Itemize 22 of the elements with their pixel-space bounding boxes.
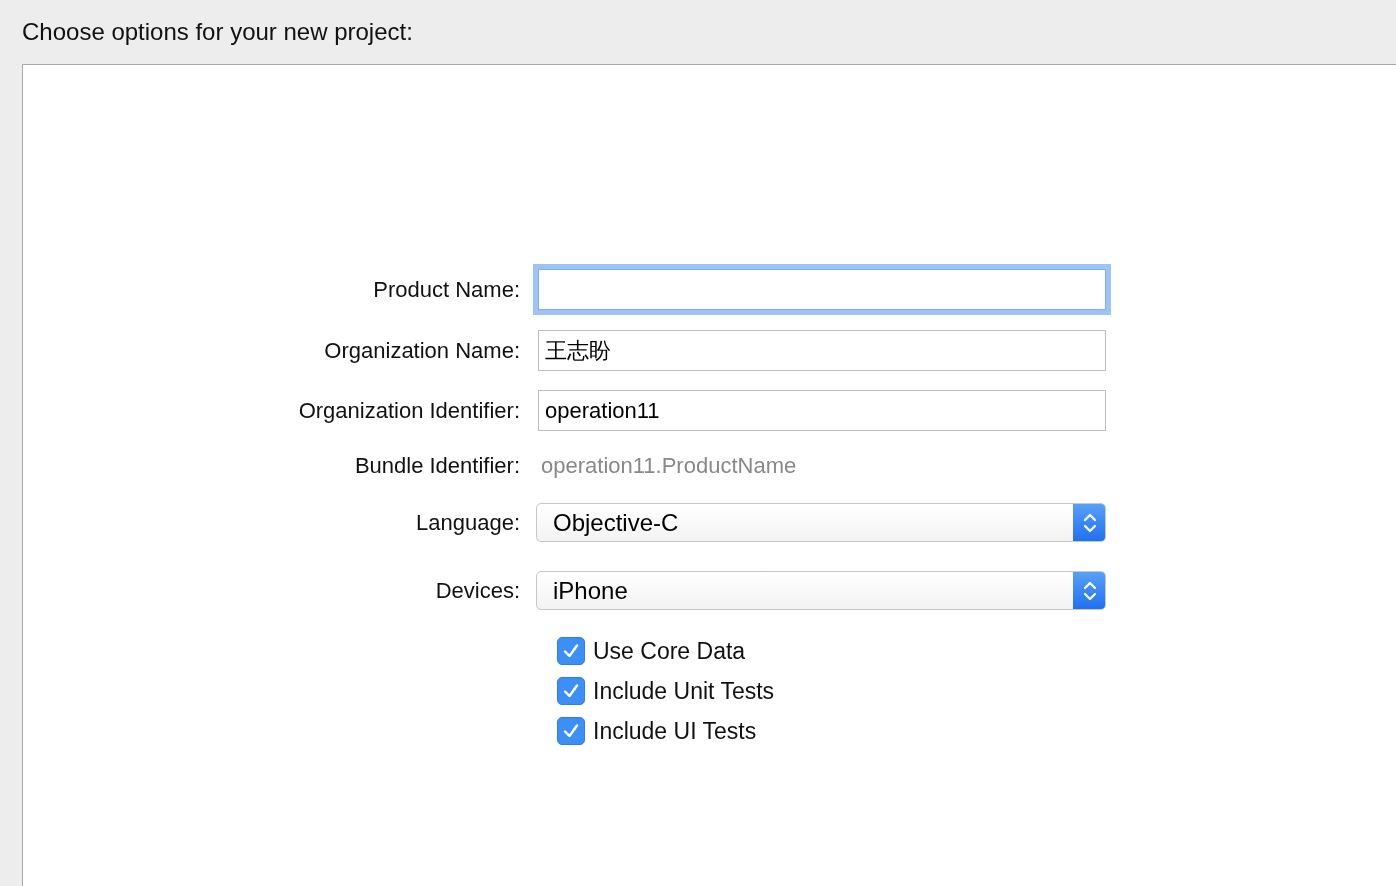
- field-label: Bundle Identifier:: [353, 451, 521, 480]
- identifier-value: operation11.ProductName: [540, 451, 797, 480]
- checkbox[interactable]: [557, 717, 585, 745]
- text-field[interactable]: 王志盼: [538, 330, 1106, 371]
- field-label: Organization Name:: [323, 337, 521, 365]
- field-label: Language:: [415, 509, 521, 537]
- field-label: Product Name:: [372, 276, 521, 304]
- field-label: Organization Identifier:: [297, 397, 521, 425]
- popup-menu[interactable]: iPhone: [536, 571, 1106, 610]
- checkmark-icon: [562, 722, 580, 740]
- checkbox[interactable]: [557, 677, 585, 705]
- text-field[interactable]: [538, 269, 1106, 310]
- checkmark-icon: [562, 642, 580, 660]
- popup-menu[interactable]: Objective-C: [536, 503, 1106, 542]
- checkbox[interactable]: [557, 637, 585, 665]
- checkbox-label[interactable]: Include Unit Tests: [593, 673, 775, 709]
- checkbox-label[interactable]: Include UI Tests: [593, 713, 757, 749]
- field-label: Devices:: [434, 577, 521, 605]
- checkbox-label[interactable]: Use Core Data: [593, 633, 746, 669]
- dialog-heading: Choose options for your new project:: [22, 17, 413, 47]
- checkmark-icon: [562, 682, 580, 700]
- text-field[interactable]: operation11: [538, 390, 1106, 431]
